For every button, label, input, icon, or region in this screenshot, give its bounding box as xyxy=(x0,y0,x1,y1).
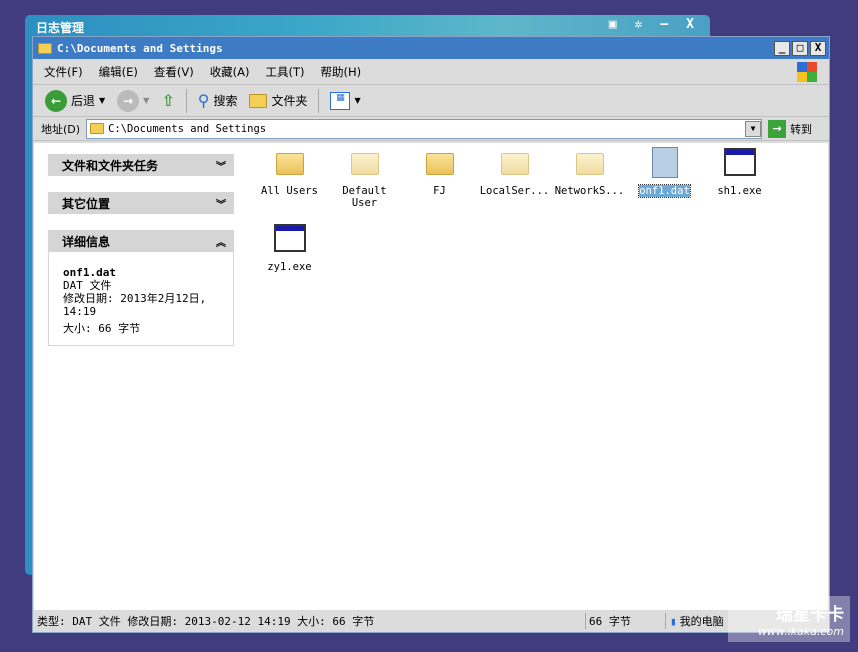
minimize-button[interactable]: _ xyxy=(774,40,790,56)
application-icon xyxy=(273,224,306,252)
details-size: 大小: 66 字节 xyxy=(63,322,141,335)
status-size: 66 字节 xyxy=(586,613,666,629)
menu-icon[interactable]: ▣ xyxy=(609,17,617,32)
chevron-up-icon[interactable]: ︽ xyxy=(216,234,226,249)
views-button[interactable]: ▦ ▼ xyxy=(326,91,364,110)
folder-icon xyxy=(38,42,52,54)
file-item[interactable]: FJ xyxy=(402,147,477,197)
file-name: Default User xyxy=(342,185,387,209)
file-item[interactable]: zy1.exe xyxy=(252,223,327,273)
menu-tools[interactable]: 工具(T) xyxy=(266,64,305,80)
folders-icon xyxy=(249,93,268,108)
file-item[interactable]: sh1.exe xyxy=(702,147,777,197)
address-label: 地址(D) xyxy=(41,122,81,136)
menu-file[interactable]: 文件(F) xyxy=(44,64,83,80)
folder-icon xyxy=(500,153,529,175)
folder-icon xyxy=(575,153,604,175)
folder-icon xyxy=(275,153,304,175)
search-button[interactable]: ⚲ 搜索 xyxy=(194,91,242,110)
close-icon[interactable]: X xyxy=(686,17,694,32)
go-button[interactable]: → 转到 xyxy=(768,119,813,138)
toolbar: ← 后退 ▼ → ▼ ⇧ ⚲ 搜索 文件夹 ▦ ▼ xyxy=(33,85,829,117)
address-bar: 地址(D) C:\Documents and Settings ▼ → 转到 xyxy=(33,117,829,141)
file-name: onf1.dat xyxy=(638,184,691,198)
back-arrow-icon: ← xyxy=(45,89,67,112)
file-name: LocalSer... xyxy=(479,185,550,197)
views-icon: ▦ xyxy=(330,91,351,110)
file-name: NetworkS... xyxy=(554,185,625,197)
file-name: zy1.exe xyxy=(267,261,312,273)
menu-bar: 文件(F) 编辑(E) 查看(V) 收藏(A) 工具(T) 帮助(H) xyxy=(33,59,829,85)
go-label: 转到 xyxy=(790,122,813,136)
details-panel: 详细信息 ︽ onf1.dat DAT 文件 修改日期: 2013年2月12日, … xyxy=(48,230,234,346)
status-info: 类型: DAT 文件 修改日期: 2013-02-12 14:19 大小: 66… xyxy=(34,613,586,629)
folders-button[interactable]: 文件夹 xyxy=(245,92,311,109)
file-name: All Users xyxy=(261,185,318,197)
address-value: C:\Documents and Settings xyxy=(108,122,267,135)
application-icon xyxy=(723,148,756,176)
settings-icon[interactable]: ✲ xyxy=(635,17,643,32)
back-label: 后退 xyxy=(71,94,96,108)
file-item[interactable]: onf1.dat xyxy=(627,147,702,198)
chevron-down-icon[interactable]: ︾ xyxy=(216,158,226,173)
watermark-logo: 瑞星卡卡 www.ikaka.com xyxy=(728,596,850,642)
computer-icon: ▮ xyxy=(670,614,677,628)
minimize-icon[interactable]: – xyxy=(660,17,668,32)
details-modified: 修改日期: 2013年2月12日, 14:19 xyxy=(63,292,207,318)
search-label: 搜索 xyxy=(213,94,238,108)
forward-button[interactable]: → ▼ xyxy=(113,89,153,112)
status-zone: 我的电脑 xyxy=(679,615,724,628)
address-dropdown-icon[interactable]: ▼ xyxy=(745,120,762,137)
title-bar: C:\Documents and Settings _ □ X xyxy=(33,37,829,59)
file-item[interactable]: LocalSer... xyxy=(477,147,552,197)
close-button[interactable]: X xyxy=(810,40,826,56)
details-filename: onf1.dat xyxy=(63,266,116,279)
folder-icon xyxy=(350,153,379,175)
file-name: sh1.exe xyxy=(717,185,762,197)
document-icon xyxy=(651,147,678,178)
file-view: 文件和文件夹任务 ︾ 其它位置 ︾ 详细信息 ︽ onf1.dat DAT 文件 修改… xyxy=(34,143,828,610)
tasks-panel-title: 文件和文件夹任务 xyxy=(62,158,159,173)
search-icon: ⚲ xyxy=(197,91,210,110)
back-button[interactable]: ← 后退 ▼ xyxy=(41,89,109,112)
up-folder-icon: ⇧ xyxy=(161,91,175,110)
folder-icon xyxy=(90,123,105,134)
explorer-window: C:\Documents and Settings _ □ X 文件(F) 编辑… xyxy=(32,36,830,633)
status-bar: 类型: DAT 文件 修改日期: 2013-02-12 14:19 大小: 66… xyxy=(34,611,828,631)
address-input[interactable]: C:\Documents and Settings ▼ xyxy=(86,118,763,139)
chevron-down-icon[interactable]: ︾ xyxy=(216,196,226,211)
forward-arrow-icon: → xyxy=(117,89,140,112)
other-places-title: 其它位置 xyxy=(62,196,111,211)
menu-favorites[interactable]: 收藏(A) xyxy=(210,64,250,80)
file-name: FJ xyxy=(433,185,446,197)
tasks-panel[interactable]: 文件和文件夹任务 ︾ xyxy=(48,154,234,176)
toolbar-divider xyxy=(185,88,187,113)
other-places-panel[interactable]: 其它位置 ︾ xyxy=(48,192,234,214)
folders-label: 文件夹 xyxy=(271,94,308,108)
file-item[interactable]: Default User xyxy=(327,147,402,209)
maximize-button[interactable]: □ xyxy=(792,40,808,56)
toolbar-divider xyxy=(318,88,320,113)
file-item[interactable]: All Users xyxy=(252,147,327,197)
menu-edit[interactable]: 编辑(E) xyxy=(99,64,138,80)
file-item[interactable]: NetworkS... xyxy=(552,147,627,197)
windows-logo-icon xyxy=(797,62,817,82)
details-type: DAT 文件 xyxy=(63,279,112,292)
background-window-title: 日志管理 xyxy=(36,21,85,35)
go-arrow-icon: → xyxy=(768,119,787,138)
window-title: C:\Documents and Settings xyxy=(57,41,223,55)
up-folder-button[interactable]: ⇧ xyxy=(157,91,178,110)
menu-help[interactable]: 帮助(H) xyxy=(321,64,362,80)
folder-icon xyxy=(425,153,454,175)
menu-view[interactable]: 查看(V) xyxy=(154,64,194,80)
details-title: 详细信息 xyxy=(62,234,111,249)
